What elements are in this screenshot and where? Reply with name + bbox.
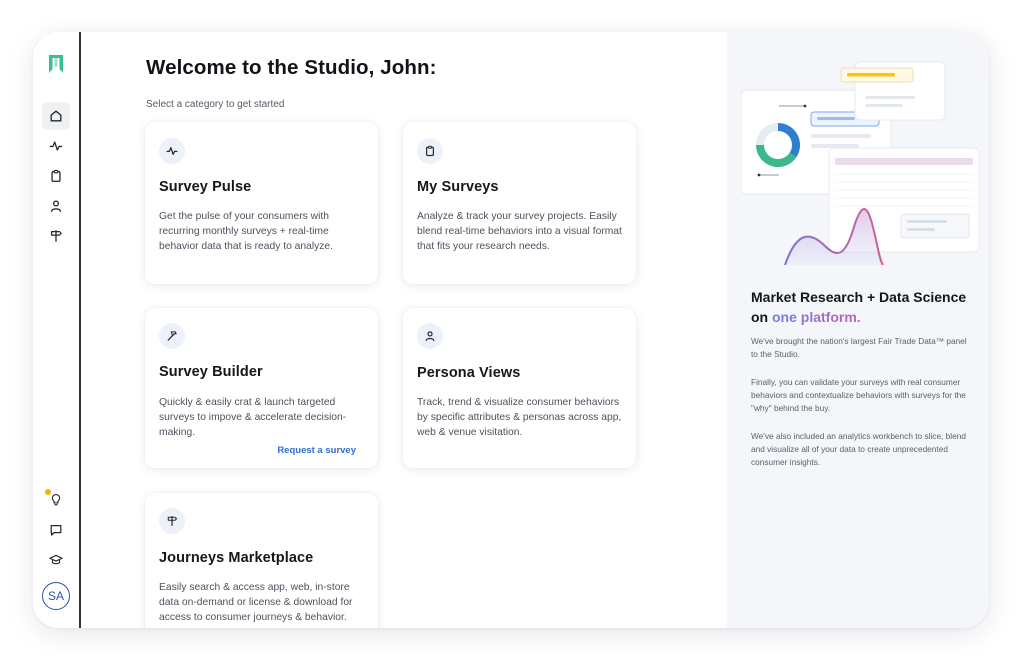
page-title: Welcome to the Studio, John: [146,56,437,79]
lightbulb-icon [51,494,61,506]
card-description: Track, trend & visualize consumer behavi… [417,397,622,438]
panel-paragraph: We've brought the nation's largest Fair … [751,336,967,360]
person-icon [425,331,435,342]
info-panel: Market Research + Data Science on one pl… [727,32,989,628]
studio-logo-icon[interactable] [47,54,65,74]
sidebar-item-home[interactable] [42,102,70,130]
main-content: Welcome to the Studio, John: Select a ca… [83,32,727,628]
signpost-icon [167,516,178,526]
hammer-icon [167,331,177,341]
card-title: Survey Builder [159,364,263,380]
card-title: Persona Views [417,365,521,381]
card-icon-wrap [417,323,443,349]
card-survey-builder[interactable]: Survey Builder Quickly & easily crat & l… [145,308,378,468]
sidebar-item-surveys[interactable] [42,162,70,190]
card-title: Journeys Marketplace [159,550,314,566]
avatar[interactable]: SA [42,582,70,610]
pulse-icon [49,141,63,151]
clipboard-icon [426,145,434,157]
sidebar-item-journeys[interactable] [42,222,70,250]
sidebar-item-pulse[interactable] [42,132,70,160]
pulse-icon [166,147,178,155]
card-my-surveys[interactable]: My Surveys Analyze & track your survey p… [403,122,636,284]
sidebar-item-learn[interactable] [42,546,70,574]
card-journeys-marketplace[interactable]: Journeys Marketplace Easily search & acc… [145,493,378,628]
sidebar: SA [33,32,81,628]
card-description: Quickly & easily crat & launch targeted … [159,397,347,438]
card-title: Survey Pulse [159,179,252,195]
sidebar-item-tips[interactable] [42,486,70,514]
request-survey-link[interactable]: Request a survey [277,445,356,456]
clipboard-icon [51,169,61,182]
card-description: Get the pulse of your consumers with rec… [159,211,334,252]
card-title: My Surveys [417,179,499,195]
signpost-icon [51,230,62,242]
card-persona-views[interactable]: Persona Views Track, trend & visualize c… [403,308,636,468]
panel-paragraph: We've also included an analytics workben… [751,431,966,468]
card-icon-wrap [417,138,443,164]
card-description: Easily search & access app, web, in-stor… [159,582,353,623]
card-survey-pulse[interactable]: Survey Pulse Get the pulse of your consu… [145,122,378,284]
card-description: Analyze & track your survey projects. Ea… [417,211,622,252]
card-icon-wrap [159,138,185,164]
app-window: SA Welcome to the Studio, John: Select a… [33,32,989,628]
panel-heading-accent: one platform. [772,308,861,325]
person-icon [50,200,62,212]
sidebar-item-messages[interactable] [42,516,70,544]
graduation-cap-icon [49,554,63,565]
panel-paragraph: Finally, you can validate your surveys w… [751,377,966,414]
home-icon [50,110,62,122]
sidebar-item-personas[interactable] [42,192,70,220]
analytics-dashboard-illustration [741,61,980,265]
card-icon-wrap [159,508,185,534]
page-subtitle: Select a category to get started [146,99,285,110]
panel-heading: Market Research + Data Science on one pl… [751,288,971,327]
chat-icon [50,525,62,536]
card-icon-wrap [159,323,185,349]
